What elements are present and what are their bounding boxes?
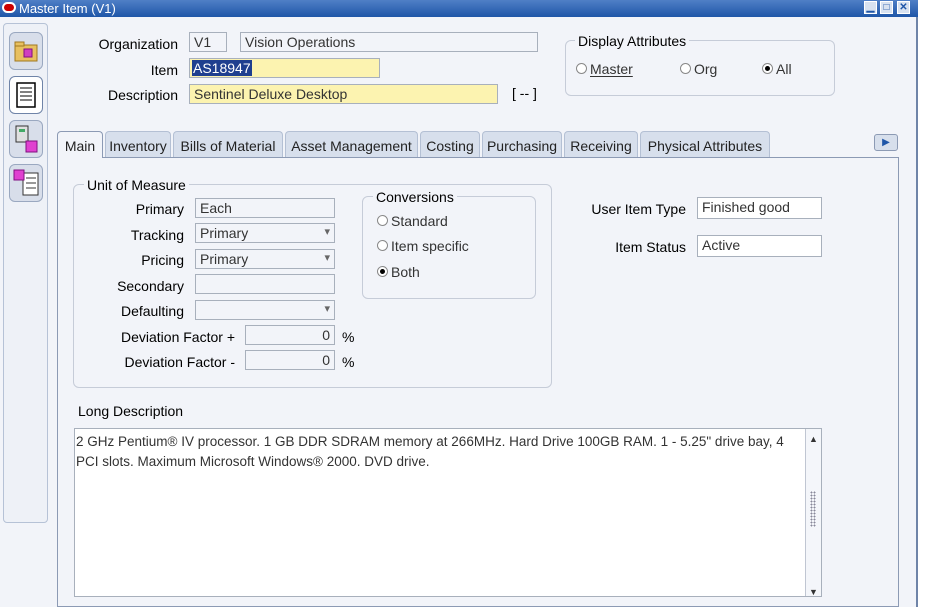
radio-master[interactable]: Master: [576, 61, 633, 77]
organization-code-field[interactable]: V1: [189, 32, 227, 52]
pricing-select[interactable]: Primary: [195, 249, 335, 269]
user-item-type-field[interactable]: Finished good: [697, 197, 822, 219]
tab-main[interactable]: Main: [57, 131, 103, 159]
tab-asset-management[interactable]: Asset Management: [285, 131, 418, 158]
long-description-scrollbar[interactable]: ▲ ▼: [805, 429, 821, 597]
maximize-icon[interactable]: □: [880, 1, 893, 14]
display-attributes-title: Display Attributes: [575, 33, 690, 49]
item-attributes-icon[interactable]: [9, 164, 43, 202]
window-title-bar: Master Item (V1) ▁ □ ✕: [0, 0, 918, 17]
oracle-logo-icon: [2, 2, 16, 13]
radio-all-dot: [762, 63, 773, 74]
defaulting-select[interactable]: [195, 300, 335, 320]
secondary-uom-field[interactable]: [195, 274, 335, 294]
description-field[interactable]: Sentinel Deluxe Desktop: [189, 84, 498, 104]
minimize-icon[interactable]: ▁: [864, 1, 877, 14]
primary-uom-label: Primary: [135, 201, 184, 217]
tab-scroll-right-icon[interactable]: ▶: [874, 134, 898, 151]
radio-standard-dot: [377, 215, 388, 226]
radio-standard-label: Standard: [391, 213, 448, 229]
deviation-plus-field[interactable]: 0: [245, 325, 335, 345]
deviation-minus-label: Deviation Factor -: [124, 354, 235, 370]
organization-name-field[interactable]: Vision Operations: [240, 32, 538, 52]
active-tab-joiner: [58, 156, 102, 158]
pricing-label: Pricing: [141, 252, 184, 268]
defaulting-label: Defaulting: [120, 303, 184, 319]
tab-receiving[interactable]: Receiving: [564, 131, 638, 158]
radio-both[interactable]: Both: [377, 264, 420, 280]
secondary-label: Secondary: [117, 278, 184, 294]
tab-bills-of-material[interactable]: Bills of Material: [173, 131, 283, 158]
window-title: Master Item (V1): [19, 1, 116, 16]
document-list-icon[interactable]: [9, 76, 43, 114]
radio-all-label: All: [776, 61, 792, 77]
tracking-label: Tracking: [130, 227, 184, 243]
folder-icon[interactable]: [9, 32, 43, 70]
long-description-textarea[interactable]: 2 GHz Pentium® IV processor. 1 GB DDR SD…: [74, 428, 822, 597]
item-status-field[interactable]: Active: [697, 235, 822, 257]
primary-uom-field[interactable]: Each: [195, 198, 335, 218]
long-description-label: Long Description: [78, 403, 184, 419]
deviation-minus-field[interactable]: 0: [245, 350, 335, 370]
radio-item-specific-label: Item specific: [391, 238, 469, 254]
radio-org[interactable]: Org: [680, 61, 717, 77]
item-field[interactable]: AS18947: [189, 58, 380, 78]
close-icon[interactable]: ✕: [897, 1, 910, 14]
scroll-up-icon[interactable]: ▲: [806, 429, 821, 444]
radio-standard[interactable]: Standard: [377, 213, 448, 229]
tab-costing[interactable]: Costing: [420, 131, 480, 158]
item-label: Item: [150, 62, 178, 78]
item-status-label: Item Status: [615, 239, 686, 255]
tab-purchasing[interactable]: Purchasing: [482, 131, 562, 158]
long-description-text: 2 GHz Pentium® IV processor. 1 GB DDR SD…: [76, 434, 784, 469]
tracking-select[interactable]: Primary: [195, 223, 335, 243]
scroll-grip[interactable]: [810, 491, 816, 527]
left-toolbar: [3, 23, 48, 523]
unit-of-measure-title: Unit of Measure: [84, 177, 189, 193]
radio-master-label: Master: [590, 61, 633, 77]
radio-item-specific-dot: [377, 240, 388, 251]
radio-both-dot: [377, 266, 388, 277]
radio-item-specific[interactable]: Item specific: [377, 238, 469, 254]
radio-all[interactable]: All: [762, 61, 792, 77]
organization-label: Organization: [98, 36, 178, 52]
radio-org-dot: [680, 63, 691, 74]
scroll-down-icon[interactable]: ▼: [806, 582, 821, 597]
description-label: Description: [107, 87, 178, 103]
radio-master-dot: [576, 63, 587, 74]
radio-org-label: Org: [694, 61, 718, 77]
tab-physical-attributes[interactable]: Physical Attributes: [640, 131, 770, 158]
item-value-selected: AS18947: [192, 60, 252, 76]
item-catalog-icon[interactable]: [9, 120, 43, 158]
user-item-type-label: User Item Type: [591, 201, 686, 217]
deviation-minus-percent: %: [342, 354, 355, 370]
radio-both-label: Both: [391, 264, 420, 280]
deviation-plus-percent: %: [342, 329, 355, 345]
flexfield-button[interactable]: [ -- ]: [512, 85, 537, 101]
tab-inventory[interactable]: Inventory: [105, 131, 171, 158]
conversions-title: Conversions: [373, 189, 457, 205]
deviation-plus-label: Deviation Factor +: [121, 329, 235, 345]
